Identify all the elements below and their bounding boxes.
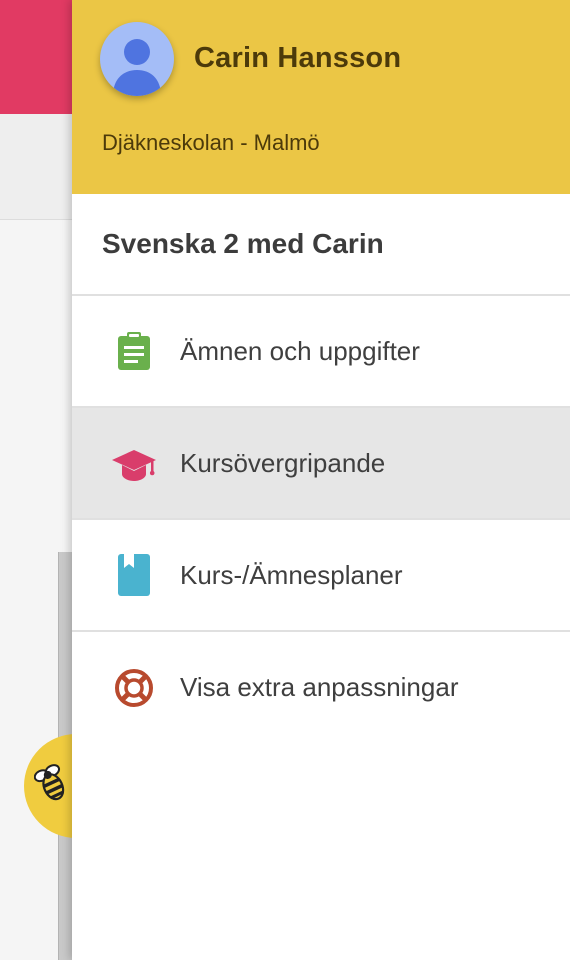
menu-item-label: Visa extra anpassningar xyxy=(180,672,459,702)
book-icon xyxy=(112,554,156,598)
menu-item-label: Kursövergripande xyxy=(180,448,386,478)
menu-item-course-plans[interactable]: Kurs-/Ämnesplaner xyxy=(72,520,570,630)
menu-item-extra-adjustments[interactable]: Visa extra anpassningar xyxy=(72,632,570,742)
user-icon xyxy=(113,39,161,96)
app-header xyxy=(0,0,72,114)
graduation-cap-icon xyxy=(112,442,156,486)
menu-item-label: Kurs-/Ämnesplaner xyxy=(180,560,403,590)
clipboard-icon xyxy=(112,330,156,374)
menu-item-subjects-and-assignments[interactable]: Ämnen och uppgifter xyxy=(72,296,570,406)
menu-item-course-overarching[interactable]: Kursövergripande xyxy=(72,408,570,518)
app-toolbar xyxy=(0,114,72,220)
school-name: Djäkneskolan - Malmö xyxy=(102,130,320,155)
avatar[interactable] xyxy=(100,22,174,96)
user-name: Carin Hansson xyxy=(194,42,402,74)
menu-item-label: Ämnen och uppgifter xyxy=(180,336,420,366)
bee-icon xyxy=(34,764,65,801)
course-title[interactable]: Svenska 2 med Carin xyxy=(102,228,384,260)
navigation-drawer: Carin Hansson Djäkneskolan - Malmö Svens… xyxy=(72,0,570,960)
drawer-header: Carin Hansson Djäkneskolan - Malmö xyxy=(72,0,570,194)
lifebuoy-icon xyxy=(112,666,156,710)
